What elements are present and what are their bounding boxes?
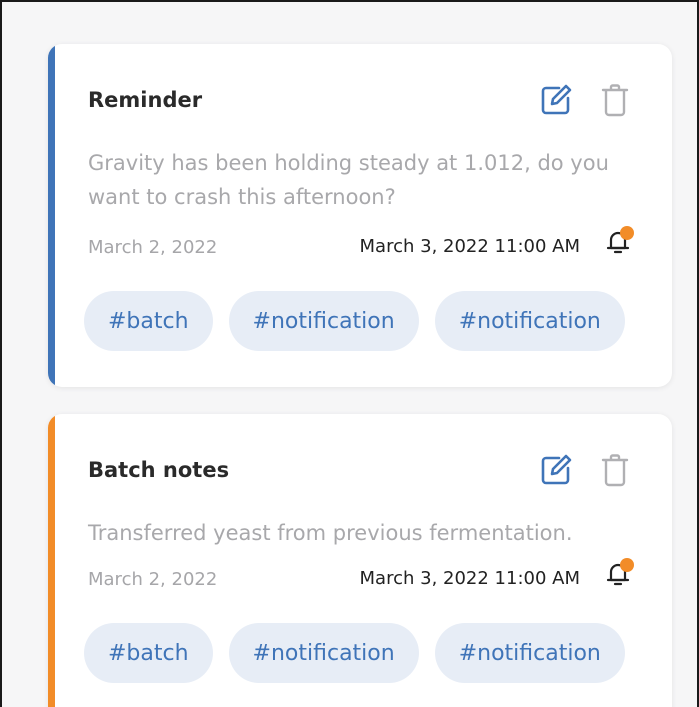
created-date: March 2, 2022 xyxy=(88,237,218,258)
notes-panel: Reminder Gravity has been holding steady… xyxy=(0,0,699,707)
reminder-date: March 3, 2022 11:00 AM xyxy=(359,568,580,589)
tag-chip[interactable]: #notification xyxy=(434,291,625,351)
tag-list: #batch #notification #notification xyxy=(84,291,625,351)
edit-button[interactable] xyxy=(538,452,574,488)
edit-icon xyxy=(541,84,572,115)
edit-icon xyxy=(541,454,572,485)
reminder-date: March 3, 2022 11:00 AM xyxy=(359,236,580,257)
tag-chip[interactable]: #notification xyxy=(228,623,419,683)
edit-button[interactable] xyxy=(538,82,574,118)
note-title: Reminder xyxy=(88,88,203,112)
reminder-bell[interactable] xyxy=(604,558,634,588)
note-body: Gravity has been holding steady at 1.012… xyxy=(88,151,609,209)
reminder-bell[interactable] xyxy=(604,226,634,256)
tag-chip[interactable]: #notification xyxy=(228,291,419,351)
trash-icon xyxy=(601,84,629,117)
created-date: March 2, 2022 xyxy=(88,569,218,590)
note-card[interactable]: Batch notes Transferred yeast from previ… xyxy=(48,414,672,707)
note-body: Transferred yeast from previous fermenta… xyxy=(88,521,573,545)
delete-button[interactable] xyxy=(598,452,632,488)
note-title: Batch notes xyxy=(88,458,230,482)
note-card[interactable]: Reminder Gravity has been holding steady… xyxy=(48,44,672,387)
delete-button[interactable] xyxy=(598,82,632,118)
tag-list: #batch #notification #notification xyxy=(84,623,625,683)
tag-chip[interactable]: #batch xyxy=(84,623,213,683)
tag-chip[interactable]: #notification xyxy=(434,623,625,683)
tag-chip[interactable]: #batch xyxy=(84,291,213,351)
notification-dot xyxy=(620,558,634,572)
trash-icon xyxy=(601,454,629,487)
notification-dot xyxy=(620,226,634,240)
note-accent-bar xyxy=(48,44,55,387)
note-accent-bar xyxy=(48,414,55,707)
